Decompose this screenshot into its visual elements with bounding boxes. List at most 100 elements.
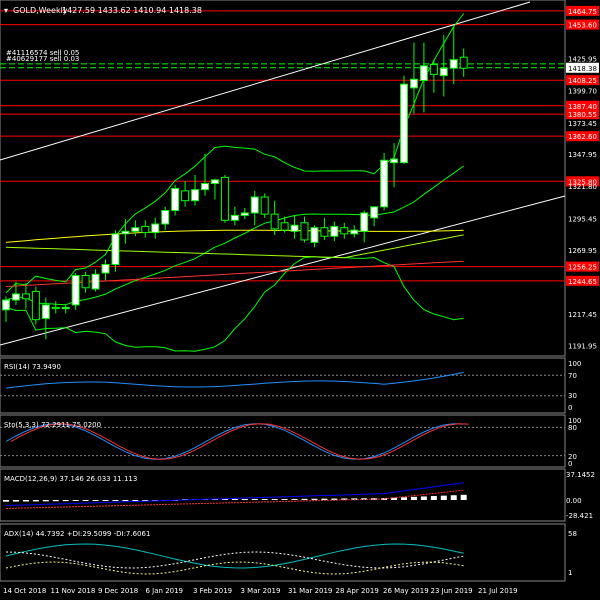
price-axis-label: 1321.80: [568, 183, 597, 191]
collapse-arrow-icon[interactable]: ▾: [4, 6, 8, 15]
macd-histogram-bar: [301, 498, 308, 500]
macd-histogram-bar: [62, 500, 69, 502]
macd-histogram-bar: [72, 500, 79, 502]
main-plot-area[interactable]: [0, 0, 566, 357]
price-axis-label: 1269.95: [568, 247, 597, 255]
macd-histogram-bar: [261, 499, 268, 500]
price-label-text: 1217.45: [568, 311, 597, 319]
macd-histogram-bar: [241, 499, 248, 500]
candle-body: [220, 176, 229, 221]
candle-body: [91, 273, 100, 290]
price-label-text: 1347.95: [568, 151, 597, 159]
macd-histogram-bar: [92, 500, 99, 501]
candle-body: [230, 214, 239, 221]
price-axis-label: 1418.38: [566, 62, 599, 73]
price-label-text: 1269.95: [568, 247, 597, 255]
macd-histogram-bar: [321, 498, 328, 500]
macd-histogram-bar: [52, 500, 59, 502]
sto-axis: 100 80 20 0: [568, 417, 581, 468]
macd-histogram-bar: [132, 500, 139, 501]
candle-body: [191, 189, 200, 202]
candle-body: [161, 210, 170, 225]
candle: [220, 174, 229, 223]
chart-window: ▾ GOLD,Weekly 1427.59 1433.62 1410.94 14…: [0, 0, 599, 595]
order-label-2[interactable]: #40629177 sell 0.03: [6, 55, 79, 63]
price-axis-label: 1347.95: [568, 151, 597, 159]
macd-histogram-bar: [102, 500, 109, 501]
price-axis-label: 1217.45: [568, 311, 597, 319]
adx-level-top: 58: [568, 530, 577, 538]
adx-label: ADX(14) 44.7392 +DI:29.5099 -DI:7.6061: [4, 530, 150, 538]
sto-level-0: 0: [568, 460, 572, 468]
rsi-level-0: 0: [568, 404, 572, 412]
ohlc-readout: 1427.59 1433.62 1410.94 1418.38: [62, 6, 202, 15]
adx-axis: 58 1: [568, 530, 577, 577]
rsi-level-100: 100: [568, 360, 581, 368]
candle-body: [151, 223, 160, 234]
macd-histogram-bar: [122, 500, 129, 501]
macd-level-top: 37.1452: [566, 471, 595, 479]
candle-body: [330, 225, 339, 237]
date-label: 3 Feb 2019: [193, 587, 232, 595]
macd-histogram-bar: [460, 494, 467, 500]
price-label-text: 1373.45: [568, 120, 597, 128]
candle: [380, 152, 389, 211]
macd-histogram-bar: [401, 497, 407, 500]
adx-level-bottom: 1: [568, 569, 572, 577]
macd-level-bottom: -28.421: [566, 512, 593, 520]
rsi-label: RSI(14) 73.9490: [4, 363, 61, 371]
rsi-level-30: 30: [568, 392, 577, 400]
rsi-panel[interactable]: [0, 357, 566, 414]
macd-histogram-bar: [32, 500, 39, 502]
candle: [400, 75, 408, 164]
price-label-text: 1380.55: [568, 111, 597, 119]
price-label-text: 1244.65: [568, 278, 597, 286]
date-label: 9 Dec 2018: [98, 587, 138, 595]
candle-body: [360, 212, 369, 232]
macd-histogram-bar: [450, 495, 457, 500]
macd-histogram-bar: [420, 496, 427, 500]
macd-histogram-bar: [42, 500, 49, 502]
candle-body: [171, 187, 180, 212]
candle-body: [101, 263, 110, 274]
macd-histogram-bar: [291, 498, 298, 500]
candle-body: [11, 293, 20, 301]
price-label-text: 1425.95: [568, 55, 597, 63]
candle-body: [439, 67, 448, 77]
price-axis-label: 1408.25: [566, 75, 599, 86]
macd-histogram-bar: [251, 499, 258, 500]
candle-body: [380, 159, 389, 208]
price-axis-label: 1380.55: [566, 109, 599, 120]
candle-body: [61, 306, 70, 310]
price-axis-label: 1425.95: [568, 55, 597, 63]
price-axis-label: 1191.95: [568, 342, 597, 350]
symbol-label: GOLD,Weekly: [13, 6, 68, 15]
candle-body: [201, 183, 209, 191]
price-axis: 1464.75 1453.60 1425.95 1418.38 1408.25 1399.…: [566, 5, 599, 350]
candle-body: [310, 227, 319, 243]
candle-body: [81, 275, 90, 289]
sto-level-80: 80: [568, 424, 577, 432]
macd-histogram-bar: [231, 499, 238, 500]
price-label-text: 1295.45: [568, 216, 597, 224]
date-label: 3 Mar 2019: [241, 587, 281, 595]
price-axis-label: 1244.65: [566, 275, 599, 286]
price-label-text: 1362.60: [568, 133, 597, 141]
price-label-text: 1256.25: [568, 264, 597, 272]
date-label: 14 Oct 2018: [3, 587, 46, 595]
candle: [171, 184, 180, 216]
macd-histogram-bar: [281, 499, 288, 500]
candle-body: [429, 64, 438, 75]
candle-body: [340, 227, 349, 235]
sto-label: Sto(5,3,3) 72.2911 75.0200: [4, 421, 101, 429]
rsi-level-70: 70: [568, 372, 577, 380]
rsi-axis: 100 70 30 0: [568, 360, 581, 412]
macd-axis: 37.1452 0.00 -28.421: [566, 471, 595, 520]
price-label-text: 1418.38: [568, 65, 597, 73]
candle-body: [290, 224, 299, 232]
candle-body: [141, 225, 150, 234]
candle-body: [370, 206, 379, 219]
macd-histogram-bar: [22, 500, 29, 502]
price-axis-label: 1373.45: [568, 120, 597, 128]
price-axis-label: 1295.45: [568, 216, 597, 224]
